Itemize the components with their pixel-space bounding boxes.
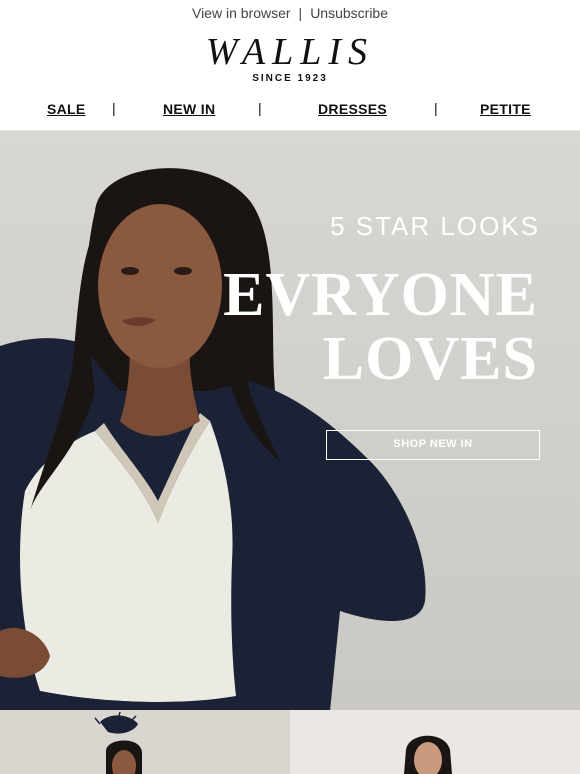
nav-separator: | — [112, 100, 116, 116]
brand-since: SINCE 1923 — [252, 73, 328, 84]
model-portrait-image — [404, 735, 452, 774]
hero-banner[interactable]: 5 STAR LOOKS EVRYONE LOVES SHOP NEW IN — [0, 130, 580, 710]
brand-logo[interactable]: WALLIS SINCE 1923 — [0, 32, 580, 86]
product-tiles — [0, 710, 580, 774]
brand-name: WALLIS — [205, 31, 375, 73]
email-header-links: View in browser | Unsubscribe — [0, 0, 580, 28]
nav-item-dresses[interactable]: DRESSES — [318, 101, 387, 117]
hero-headline: EVRYONE LOVES — [223, 263, 538, 391]
product-tile-right[interactable] — [290, 710, 580, 774]
nav-item-sale[interactable]: SALE — [47, 101, 86, 117]
hero-headline-line2: LOVES — [322, 325, 538, 393]
view-in-browser-link[interactable]: View in browser — [192, 5, 291, 21]
nav-separator: | — [434, 100, 438, 116]
header-separator: | — [298, 5, 303, 21]
unsubscribe-link[interactable]: Unsubscribe — [310, 5, 388, 21]
fascinator-model-image — [94, 711, 142, 774]
nav-item-new-in[interactable]: NEW IN — [163, 101, 215, 117]
hero-kicker: 5 STAR LOOKS — [330, 211, 540, 241]
hero-headline-line1: EVRYONE — [223, 261, 538, 329]
shop-new-in-button[interactable]: SHOP NEW IN — [326, 430, 540, 460]
main-navigation: SALE | NEW IN | DRESSES | PETITE — [0, 98, 580, 122]
nav-item-petite[interactable]: PETITE — [480, 101, 531, 117]
nav-separator: | — [258, 100, 262, 116]
product-tile-left[interactable] — [0, 710, 290, 774]
